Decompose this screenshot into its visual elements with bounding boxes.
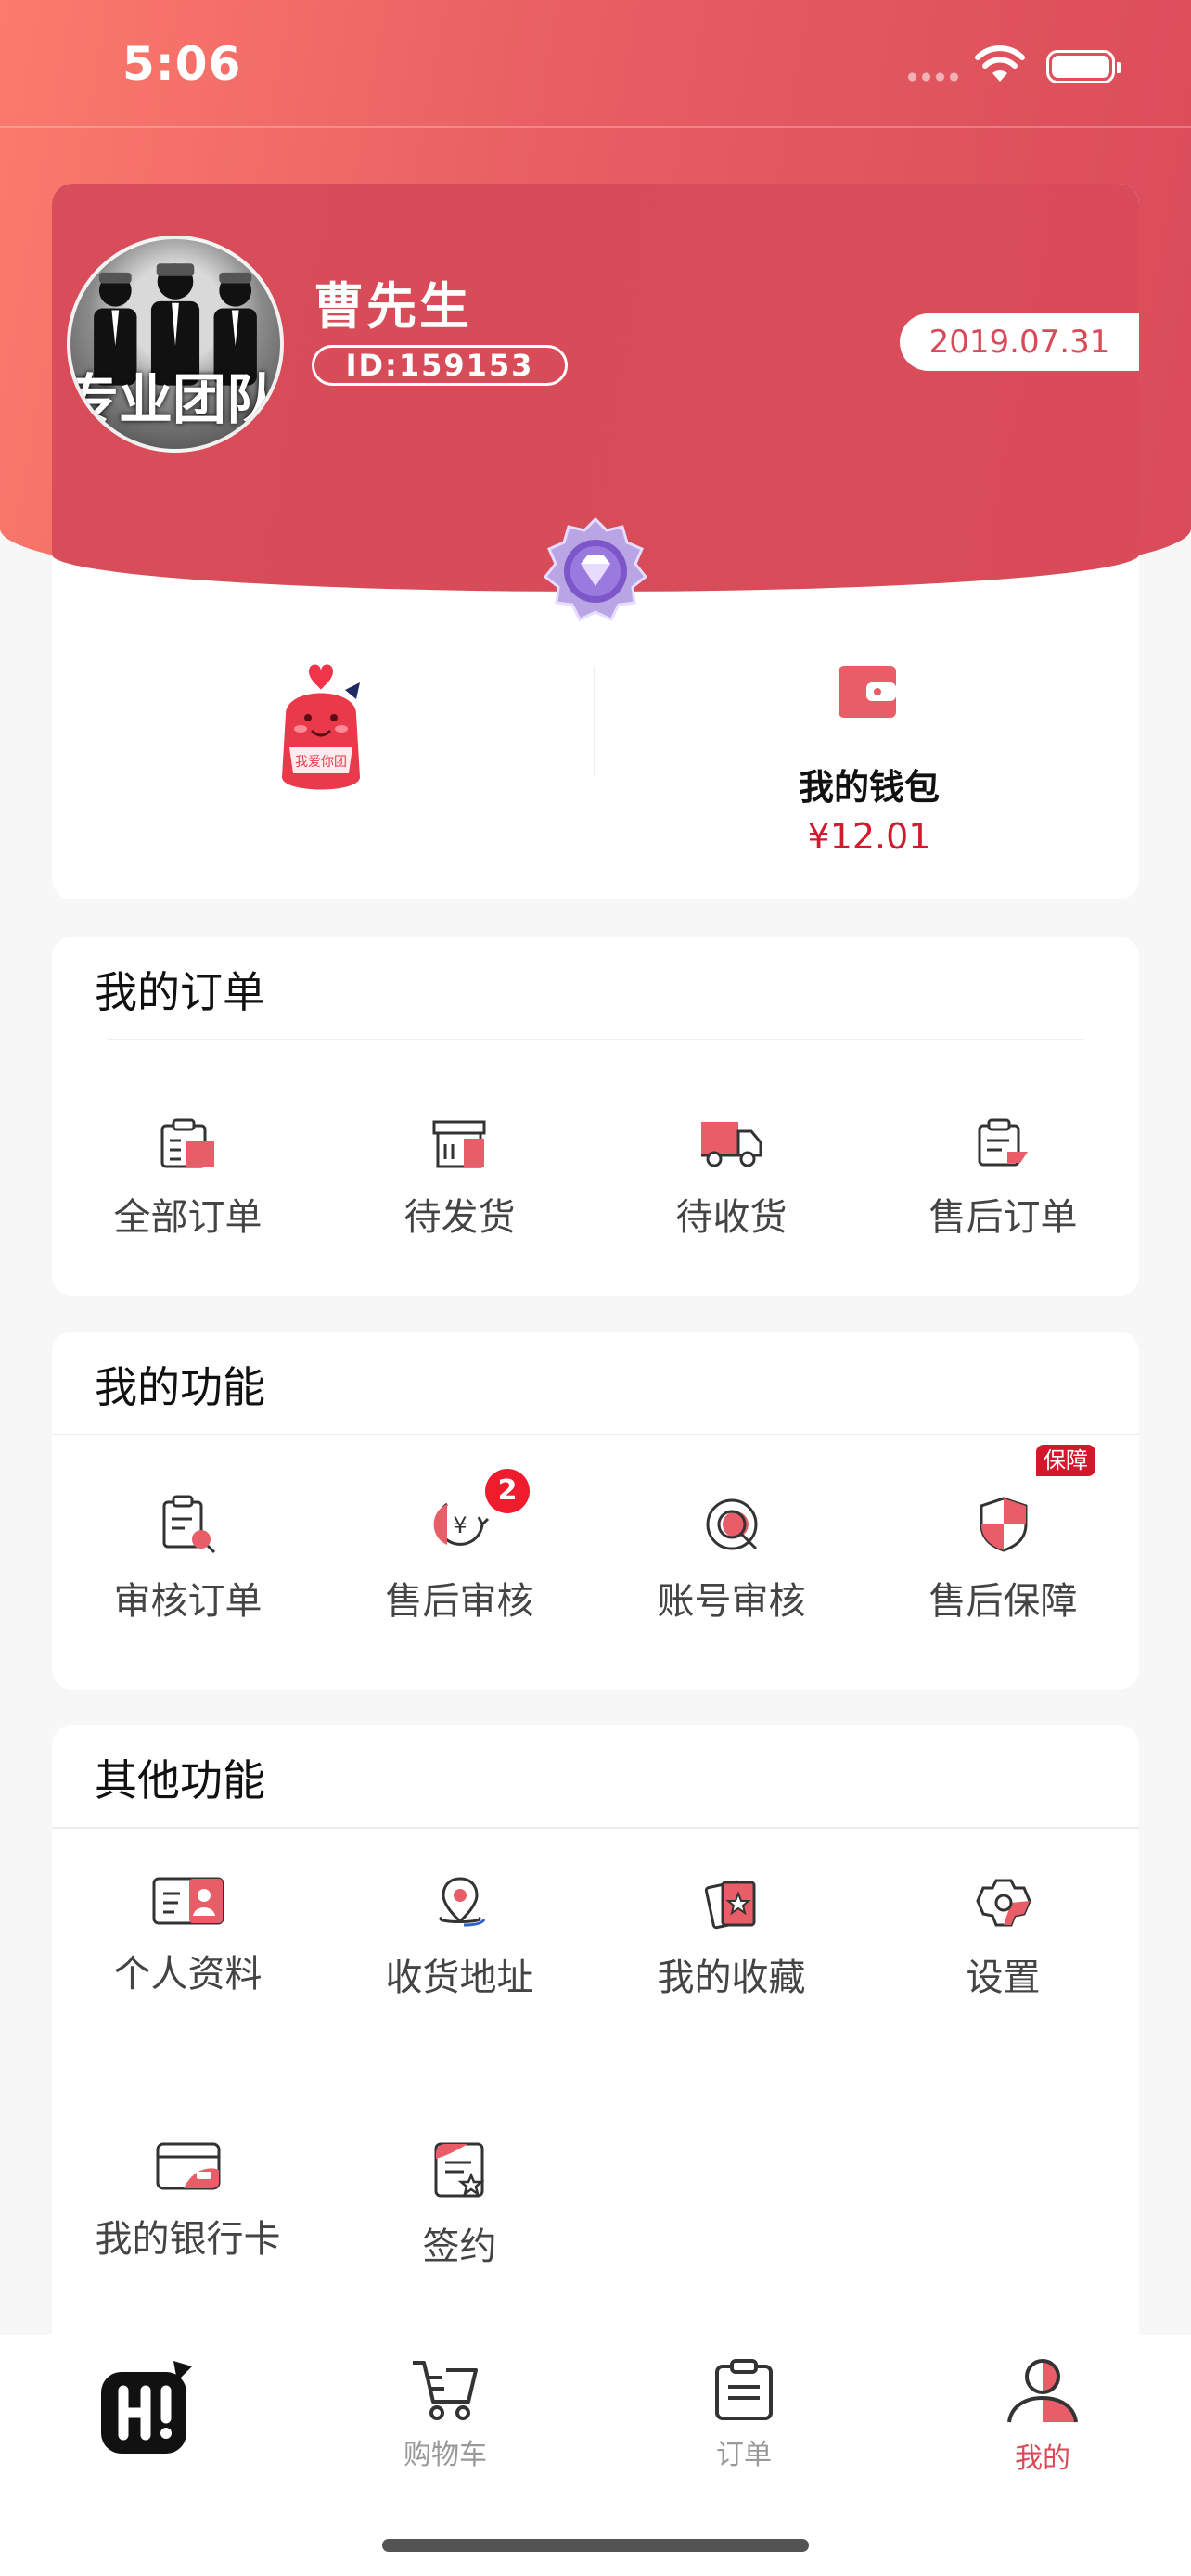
profile-card: 专业团队 曹先生 ID:159153 2019.07.31 我爱你团 我的钱包 … [52,184,1139,899]
cart-icon [413,2361,478,2420]
review-order-icon [162,1495,215,1554]
guarantee-tag: 保障 [1036,1445,1095,1476]
tab-label: 我的 [1015,2442,1070,2475]
other-item-label: 我的银行卡 [95,2218,281,2261]
order-item-label: 全部订单 [113,1196,263,1239]
tab-orders[interactable]: 订单 [651,2357,837,2472]
wallet-icon[interactable] [839,666,896,718]
orders-title: 我的订单 [95,967,265,1017]
divider [52,1827,1139,1829]
avatar-caption: 专业团队 [67,368,281,431]
profile-icon [1007,2359,1078,2423]
delivery-truck-icon [700,1122,762,1167]
shield-icon [980,1497,1027,1552]
status-time: 5:06 [122,37,242,91]
divider [108,1039,1083,1040]
function-item-label: 账号审核 [657,1580,806,1623]
others-title: 其他功能 [95,1755,265,1805]
function-item-aftersale-guarantee[interactable]: 售后保障 保障 [867,1445,1139,1625]
divider [594,666,596,777]
diamond-medal-icon [543,517,648,621]
yuan-return-icon: ¥ [433,1502,489,1546]
other-item-address[interactable]: 收货地址 [324,1875,596,2001]
wallet-label[interactable]: 我的钱包 [744,759,994,810]
settings-gear-icon [975,1879,1031,1927]
signal-icon [905,72,963,82]
wallet-amount: ¥12.01 [807,816,931,857]
svg-text:我爱你团: 我爱你团 [295,755,347,770]
other-item-settings[interactable]: 设置 [867,1875,1139,2001]
to-ship-icon [432,1120,485,1168]
other-item-label: 我的收藏 [657,1957,806,1999]
contract-icon [434,2142,484,2198]
others-card: 其他功能 个人资料 收货地址 我的收藏 设置 我的银行卡 签约 [52,1725,1139,2374]
order-item-label: 待收货 [675,1196,788,1239]
user-id: ID:159153 [312,345,568,386]
tab-label: 订单 [716,2439,772,2471]
function-item-aftersale-review[interactable]: ¥ 售后审核 2 [324,1469,596,1625]
svg-text:¥: ¥ [453,1512,467,1538]
avatar[interactable]: 专业团队 [67,236,284,453]
order-list-icon [715,2359,773,2420]
location-pin-icon [438,1877,485,1927]
function-item-label: 售后保障 [928,1580,1078,1623]
functions-title: 我的功能 [95,1362,265,1412]
order-item-to-ship[interactable]: 待发货 [324,1118,596,1241]
order-item-to-receive[interactable]: 待收货 [596,1118,867,1241]
account-review-icon [706,1498,757,1550]
tab-cart[interactable]: 购物车 [352,2357,538,2472]
functions-card: 我的功能 审核订单 ¥ 售后审核 2 账号审核 售后保障 保障 [52,1332,1139,1690]
all-orders-icon [160,1118,214,1168]
other-item-label: 个人资料 [113,1953,263,1996]
other-item-label: 签约 [422,2225,497,2268]
order-item-aftersale[interactable]: 售后订单 [867,1118,1139,1241]
tab-profile[interactable]: 我的 [950,2357,1135,2476]
other-item-label: 设置 [966,1957,1041,1999]
bank-card-icon [156,2142,220,2190]
id-card-icon [152,1877,224,1925]
notification-badge: 2 [485,1469,530,1513]
function-item-label: 售后审核 [385,1580,534,1623]
mascot-image: 我爱你团 [282,664,360,790]
other-item-bank-card[interactable]: 我的银行卡 [52,2140,324,2263]
orders-card: 我的订单 全部订单 待发货 待收货 售后订单 [52,937,1139,1296]
battery-icon [1046,50,1121,83]
order-item-all[interactable]: 全部订单 [52,1118,324,1241]
order-item-label: 待发货 [403,1196,516,1239]
wifi-icon [975,45,1025,82]
home-indicator [382,2539,809,2552]
function-item-review-order[interactable]: 审核订单 [52,1495,324,1625]
order-item-label: 售后订单 [928,1196,1078,1239]
tab-label: 购物车 [403,2439,487,2471]
other-item-label: 收货地址 [385,1957,534,1999]
app-logo-icon [101,2361,192,2454]
tab-home[interactable] [56,2357,241,2461]
function-item-account-review[interactable]: 账号审核 [596,1495,867,1625]
divider [52,1434,1139,1435]
user-name: 曹先生 [314,277,472,336]
other-item-profile[interactable]: 个人资料 [52,1875,324,1997]
join-date: 2019.07.31 [900,313,1139,371]
function-item-label: 审核订单 [113,1580,263,1623]
other-item-contract[interactable]: 签约 [324,2140,596,2270]
favorites-icon [704,1880,755,1930]
other-item-favorites[interactable]: 我的收藏 [596,1875,867,2001]
aftersale-order-icon [978,1118,1028,1167]
status-bar: 5:06 [0,0,1191,128]
